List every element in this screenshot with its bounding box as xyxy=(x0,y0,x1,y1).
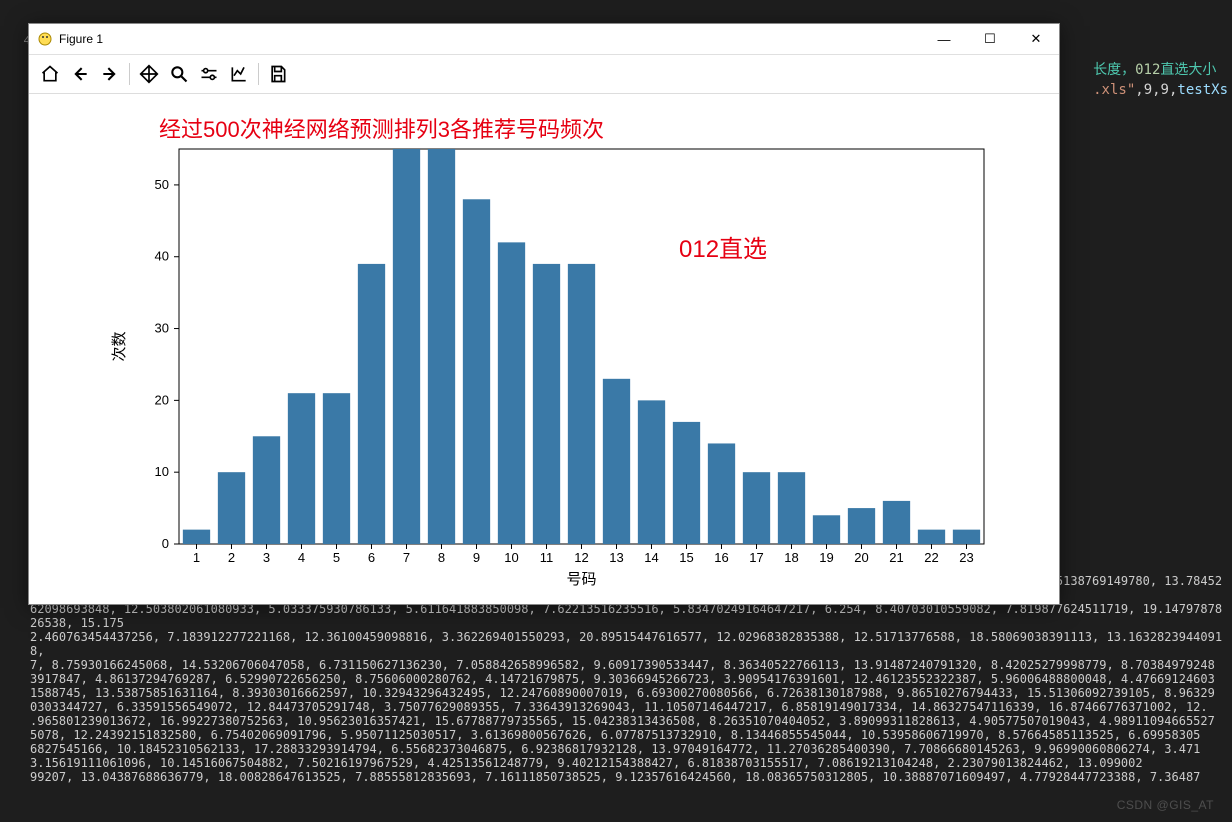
maximize-button[interactable]: ☐ xyxy=(967,24,1013,54)
svg-text:21: 21 xyxy=(889,550,903,565)
svg-text:30: 30 xyxy=(155,321,169,336)
svg-text:18: 18 xyxy=(784,550,798,565)
svg-text:5: 5 xyxy=(333,550,340,565)
svg-text:22: 22 xyxy=(924,550,938,565)
zoom-icon[interactable] xyxy=(164,59,194,89)
svg-text:40: 40 xyxy=(155,249,169,264)
minimize-button[interactable]: — xyxy=(921,24,967,54)
forward-icon[interactable] xyxy=(95,59,125,89)
window-title: Figure 1 xyxy=(59,32,921,46)
svg-text:9: 9 xyxy=(473,550,480,565)
plot-area: 经过500次神经网络预测排列3各推荐号码频次 012直选 01020304050… xyxy=(29,94,1059,604)
svg-text:12: 12 xyxy=(574,550,588,565)
svg-text:11: 11 xyxy=(540,550,554,565)
matplotlib-figure-window: Figure 1 — ☐ ✕ 经过500次神经网 xyxy=(28,23,1060,605)
svg-text:13: 13 xyxy=(609,550,623,565)
window-titlebar[interactable]: Figure 1 — ☐ ✕ xyxy=(29,24,1059,55)
configure-subplots-icon[interactable] xyxy=(194,59,224,89)
bar-chart: 0102030405012345678910111213141516171819… xyxy=(29,94,1059,604)
svg-text:4: 4 xyxy=(298,550,305,565)
svg-text:15: 15 xyxy=(679,550,693,565)
svg-text:17: 17 xyxy=(749,550,763,565)
svg-text:19: 19 xyxy=(819,550,833,565)
svg-text:10: 10 xyxy=(504,550,518,565)
pan-icon[interactable] xyxy=(134,59,164,89)
app-icon xyxy=(37,31,53,47)
svg-text:2: 2 xyxy=(228,550,235,565)
toolbar-separator xyxy=(129,63,130,85)
svg-text:7: 7 xyxy=(403,550,410,565)
svg-text:14: 14 xyxy=(644,550,658,565)
save-icon[interactable] xyxy=(263,59,293,89)
svg-text:20: 20 xyxy=(854,550,868,565)
back-icon[interactable] xyxy=(65,59,95,89)
watermark: CSDN @GIS_AT xyxy=(1117,798,1214,812)
svg-text:3: 3 xyxy=(263,550,270,565)
svg-text:8: 8 xyxy=(438,550,445,565)
svg-text:次数: 次数 xyxy=(111,331,128,361)
svg-text:0: 0 xyxy=(162,536,169,551)
svg-text:10: 10 xyxy=(155,464,169,479)
svg-text:16: 16 xyxy=(714,550,728,565)
axes-icon[interactable] xyxy=(224,59,254,89)
svg-text:号码: 号码 xyxy=(566,571,596,588)
svg-text:23: 23 xyxy=(959,550,973,565)
svg-text:50: 50 xyxy=(155,177,169,192)
svg-text:6: 6 xyxy=(368,550,375,565)
matplotlib-toolbar xyxy=(29,55,1059,94)
home-icon[interactable] xyxy=(35,59,65,89)
toolbar-separator xyxy=(258,63,259,85)
svg-text:20: 20 xyxy=(155,392,169,407)
close-button[interactable]: ✕ xyxy=(1013,24,1059,54)
svg-text:1: 1 xyxy=(193,550,200,565)
code-snippet-right: 长度，012直选大小 .xls",9,9,testXs xyxy=(1093,60,1228,100)
